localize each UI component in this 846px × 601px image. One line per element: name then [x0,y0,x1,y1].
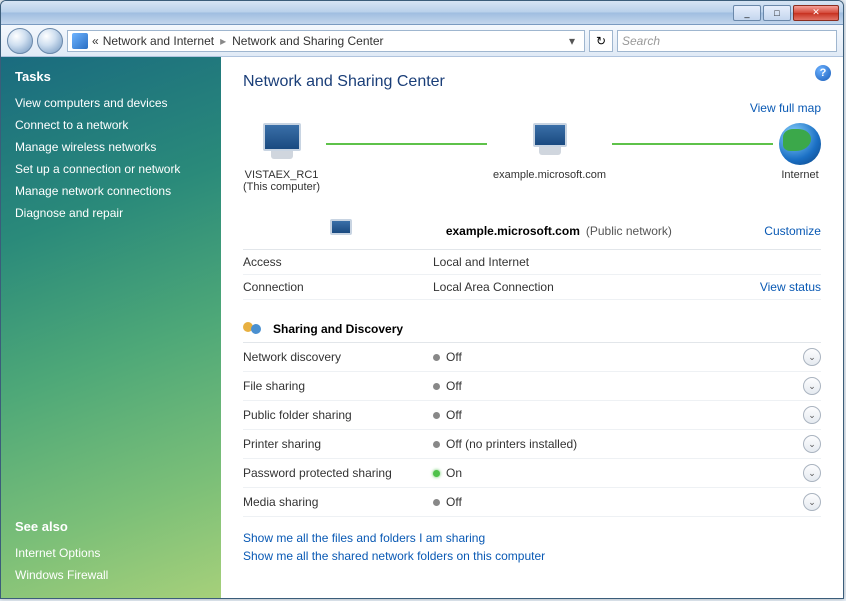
connection-value: Local Area Connection [433,280,760,294]
seealso-internet-options[interactable]: Internet Options [15,546,207,560]
computer-icon [258,123,306,165]
sharing-value: Off [433,408,803,422]
bottom-links: Show me all the files and folders I am s… [243,531,821,563]
status-dot-icon [433,470,440,477]
access-row: Access Local and Internet [243,250,821,275]
sharing-label: Network discovery [243,350,433,364]
sharing-value: Off [433,379,803,393]
sharing-heading: Sharing and Discovery [243,316,821,343]
body: Tasks View computers and devices Connect… [1,57,843,598]
status-dot-icon [433,354,440,361]
address-bar[interactable]: « Network and Internet ▸ Network and Sha… [67,30,585,52]
sharing-row: File sharingOff⌄ [243,372,821,401]
back-button[interactable] [7,28,33,54]
status-dot-icon [433,441,440,448]
navbar: « Network and Internet ▸ Network and Sha… [1,25,843,57]
seealso-windows-firewall[interactable]: Windows Firewall [15,568,207,582]
network-section-header: example.microsoft.com (Public network) C… [243,213,821,250]
sharing-value: Off [433,350,803,364]
access-value: Local and Internet [433,255,821,269]
expand-button[interactable]: ⌄ [803,377,821,395]
view-status-link[interactable]: View status [760,280,821,294]
network-icon [329,219,353,239]
maximize-button[interactable]: □ [763,5,791,21]
sharing-row: Public folder sharingOff⌄ [243,401,821,430]
map-network[interactable]: example.microsoft.com [493,123,606,193]
search-placeholder: Search [622,34,660,48]
window: _ □ ✕ « Network and Internet ▸ Network a… [0,0,844,599]
expand-button[interactable]: ⌄ [803,348,821,366]
show-shared-folders-link[interactable]: Show me all the shared network folders o… [243,549,545,563]
sharing-label: Password protected sharing [243,466,433,480]
sharing-label: Public folder sharing [243,408,433,422]
sharing-label: File sharing [243,379,433,393]
task-connect-network[interactable]: Connect to a network [15,118,207,132]
seealso-heading: See also [15,519,207,534]
expand-button[interactable]: ⌄ [803,464,821,482]
sharing-value: Off [433,495,803,509]
titlebar: _ □ ✕ [1,1,843,25]
refresh-button[interactable]: ↻ [589,30,613,52]
map-this-pc[interactable]: VISTAEX_RC1 (This computer) [243,123,320,193]
address-dropdown[interactable]: ▾ [564,34,580,48]
show-sharing-files-link[interactable]: Show me all the files and folders I am s… [243,531,485,545]
network-name: example.microsoft.com [446,224,580,238]
sharing-value: On [433,466,803,480]
sharing-row: Media sharingOff⌄ [243,488,821,517]
minimize-button[interactable]: _ [733,5,761,21]
content: ? Network and Sharing Center View full m… [221,57,843,598]
network-map: VISTAEX_RC1 (This computer) example.micr… [243,123,821,193]
task-manage-connections[interactable]: Manage network connections [15,184,207,198]
map-connection-line [326,143,487,145]
status-dot-icon [433,383,440,390]
breadcrumb-prefix: « [92,34,99,48]
sharing-row: Password protected sharingOn⌄ [243,459,821,488]
sharing-label: Printer sharing [243,437,433,451]
search-input[interactable]: Search [617,30,837,52]
status-dot-icon [433,412,440,419]
sharing-value: Off (no printers installed) [433,437,803,451]
map-internet[interactable]: Internet [779,123,821,193]
sharing-label: Media sharing [243,495,433,509]
people-icon [243,320,265,338]
connection-row: Connection Local Area Connection View st… [243,275,821,300]
network-type: (Public network) [586,224,672,238]
connection-label: Connection [243,280,433,294]
control-panel-icon [72,33,88,49]
access-label: Access [243,255,433,269]
network-device-icon [526,123,574,165]
status-dot-icon [433,499,440,506]
map-connection-line-2 [612,143,773,145]
breadcrumb-root[interactable]: Network and Internet [103,34,214,48]
expand-button[interactable]: ⌄ [803,406,821,424]
tasks-heading: Tasks [15,69,207,84]
help-icon[interactable]: ? [815,65,831,81]
view-full-map-link[interactable]: View full map [750,101,821,115]
close-button[interactable]: ✕ [793,5,839,21]
sidebar: Tasks View computers and devices Connect… [1,57,221,598]
task-diagnose-repair[interactable]: Diagnose and repair [15,206,207,220]
task-view-computers[interactable]: View computers and devices [15,96,207,110]
refresh-icon: ↻ [596,34,606,48]
forward-button[interactable] [37,28,63,54]
chevron-right-icon: ▸ [220,34,226,48]
customize-link[interactable]: Customize [764,224,821,238]
task-manage-wireless[interactable]: Manage wireless networks [15,140,207,154]
sharing-row: Printer sharingOff (no printers installe… [243,430,821,459]
expand-button[interactable]: ⌄ [803,435,821,453]
task-setup-connection[interactable]: Set up a connection or network [15,162,207,176]
breadcrumb-current[interactable]: Network and Sharing Center [232,34,383,48]
sharing-row: Network discoveryOff⌄ [243,343,821,372]
page-title: Network and Sharing Center [243,73,821,91]
globe-icon [779,123,821,165]
expand-button[interactable]: ⌄ [803,493,821,511]
